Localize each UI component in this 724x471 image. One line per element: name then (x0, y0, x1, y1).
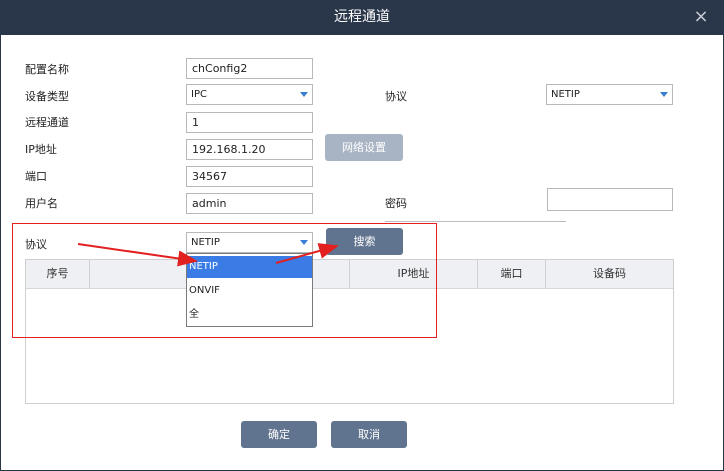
protocol-select[interactable]: NETIP (546, 84, 673, 105)
port-label: 端口 (25, 170, 47, 183)
ok-button[interactable]: 确定 (241, 421, 317, 448)
password-label: 密码 (385, 197, 407, 210)
remote-channel-input[interactable]: 1 (186, 112, 313, 133)
ip-address-input[interactable]: 192.168.1.20 (186, 139, 313, 160)
username-label: 用户名 (25, 197, 58, 210)
column-header-port[interactable]: 端口 (478, 260, 546, 288)
username-input[interactable]: admin (186, 193, 313, 214)
dropdown-option-onvif[interactable]: ONVIF (187, 280, 312, 302)
dialog-title: 远程通道 (334, 9, 390, 25)
device-type-value: IPC (191, 89, 207, 100)
remote-channel-label: 远程通道 (25, 116, 69, 129)
cancel-button[interactable]: 取消 (331, 421, 407, 448)
chevron-down-icon (660, 92, 668, 97)
ip-address-label: IP地址 (25, 143, 57, 156)
protocol-label: 协议 (385, 90, 407, 103)
device-type-select[interactable]: IPC (186, 84, 313, 105)
chevron-down-icon (300, 92, 308, 97)
config-name-input[interactable]: chConfig2 (186, 58, 313, 79)
close-icon[interactable]: × (692, 8, 710, 26)
port-input[interactable]: 34567 (186, 166, 313, 187)
form-divider (385, 221, 566, 222)
password-input[interactable] (547, 188, 673, 211)
dropdown-option-all[interactable]: 全 (187, 304, 312, 326)
network-settings-button[interactable]: 网络设置 (325, 134, 403, 161)
column-header-device-code[interactable]: 设备码 (546, 260, 673, 288)
protocol-value: NETIP (551, 89, 580, 100)
config-name-label: 配置名称 (25, 63, 69, 76)
device-type-label: 设备类型 (25, 90, 69, 103)
protocol-dropdown-list: NETIP ONVIF 全 (186, 253, 313, 327)
dropdown-option-netip[interactable]: NETIP (187, 256, 312, 278)
